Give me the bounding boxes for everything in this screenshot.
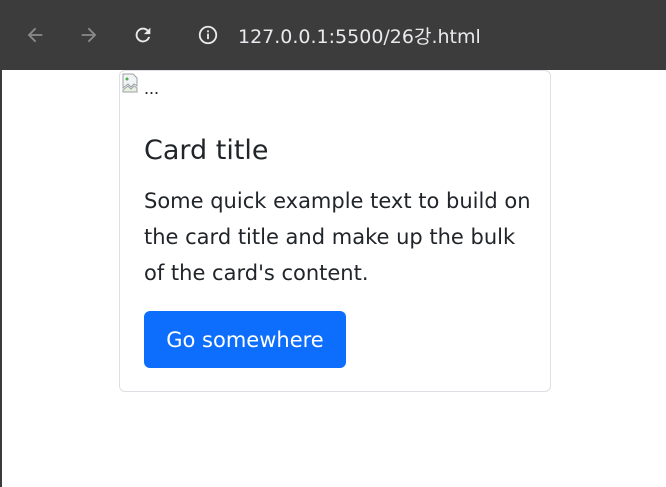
go-somewhere-button[interactable]: Go somewhere xyxy=(144,311,346,368)
card-title: Card title xyxy=(144,135,269,166)
forward-button[interactable] xyxy=(71,17,107,53)
reload-button[interactable] xyxy=(125,17,161,53)
card: ... Card title Some quick example text t… xyxy=(119,70,551,392)
window-edge xyxy=(0,70,2,487)
browser-toolbar: 127.0.0.1:5500/26강.html xyxy=(0,0,666,70)
reload-icon xyxy=(135,27,151,43)
arrow-left-icon xyxy=(27,27,43,43)
back-button[interactable] xyxy=(17,17,53,53)
card-image-alt: ... xyxy=(144,78,160,98)
card-image: ... xyxy=(122,73,159,101)
broken-image-icon xyxy=(122,73,138,93)
info-icon[interactable] xyxy=(196,23,220,47)
card-text: Some quick example text to build on the … xyxy=(144,189,531,285)
url-text: 127.0.0.1:5500/26강.html xyxy=(238,25,481,48)
arrow-right-icon xyxy=(81,27,97,43)
address-bar[interactable]: 127.0.0.1:5500/26강.html xyxy=(184,14,664,56)
